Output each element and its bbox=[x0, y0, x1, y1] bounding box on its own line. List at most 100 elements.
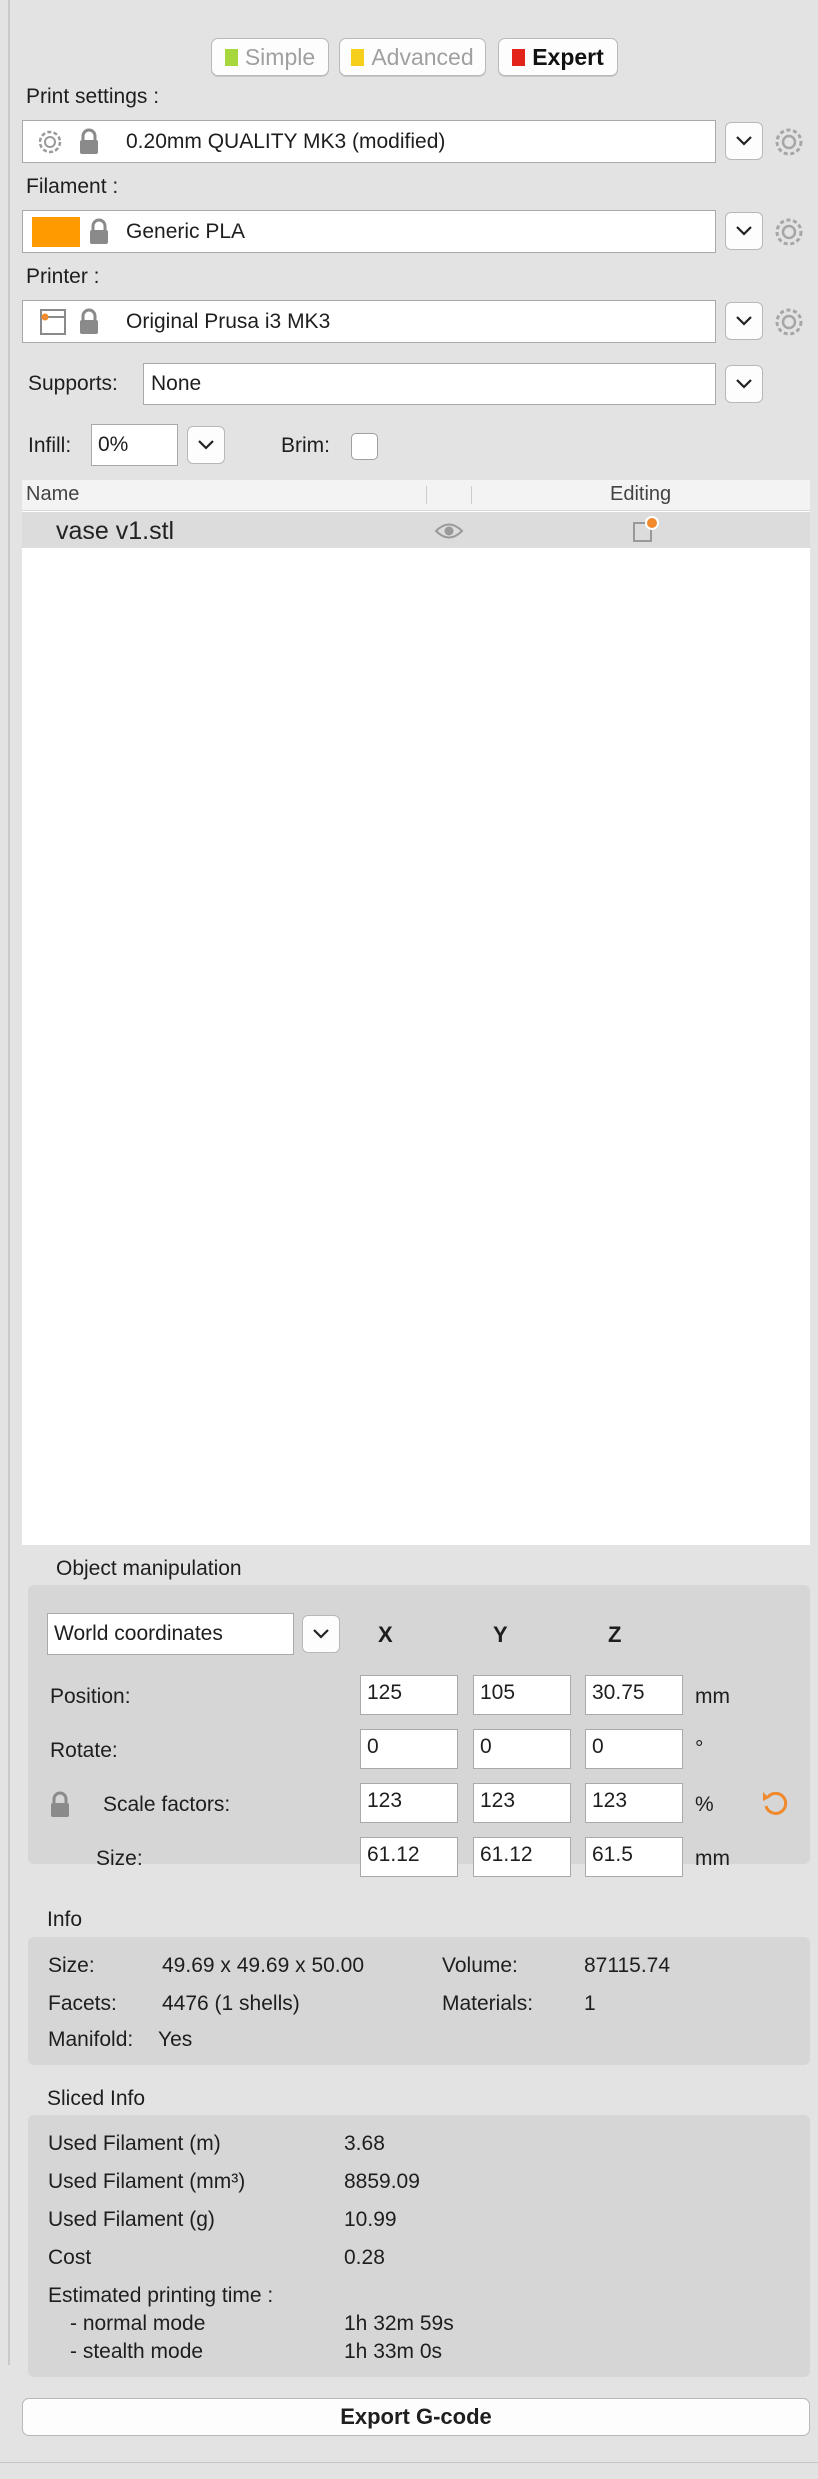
coordinate-system-combo[interactable]: World coordinates bbox=[47, 1613, 294, 1655]
bottom-divider bbox=[0, 2462, 818, 2463]
sliced-info-title: Sliced Info bbox=[47, 2087, 146, 2110]
column-divider bbox=[426, 486, 427, 504]
chevron-down-icon bbox=[198, 440, 214, 450]
lock-icon bbox=[90, 218, 108, 244]
print-settings-gear-icon[interactable] bbox=[774, 127, 804, 157]
supports-dropdown[interactable] bbox=[725, 365, 763, 403]
rotate-y-field[interactable]: 0 bbox=[473, 1729, 571, 1769]
size-y-field[interactable]: 61.12 bbox=[473, 1837, 571, 1877]
estimated-time-label: Estimated printing time : bbox=[48, 2284, 274, 2307]
advanced-color-icon bbox=[351, 48, 365, 66]
position-x-field[interactable]: 125 bbox=[360, 1675, 458, 1715]
list-item[interactable]: vase v1.stl bbox=[22, 512, 810, 548]
print-settings-value: 0.20mm QUALITY MK3 (modified) bbox=[126, 130, 446, 153]
column-name-header[interactable]: Name bbox=[26, 483, 79, 506]
eye-icon[interactable] bbox=[434, 522, 464, 540]
rotate-z-field[interactable]: 0 bbox=[585, 1729, 683, 1769]
infill-label: Infill: bbox=[28, 434, 72, 457]
rotate-unit: ° bbox=[695, 1737, 704, 1760]
object-manipulation-title: Object manipulation bbox=[56, 1557, 242, 1580]
export-gcode-label: Export G-code bbox=[340, 2404, 492, 2429]
size-z-field[interactable]: 61.5 bbox=[585, 1837, 683, 1877]
position-unit: mm bbox=[695, 1685, 730, 1708]
filament-combo[interactable]: Generic PLA bbox=[22, 210, 716, 253]
printer-combo[interactable]: Original Prusa i3 MK3 bbox=[22, 300, 716, 343]
infill-combo[interactable]: 0% bbox=[91, 424, 178, 466]
rotate-x-field[interactable]: 0 bbox=[360, 1729, 458, 1769]
scale-z-field[interactable]: 123 bbox=[585, 1783, 683, 1823]
info-materials-label: Materials: bbox=[442, 1992, 534, 2015]
panel-left-border bbox=[8, 0, 10, 2365]
stealth-mode-value: 1h 33m 0s bbox=[344, 2340, 443, 2363]
printer-dropdown[interactable] bbox=[725, 302, 763, 340]
print-settings-combo[interactable]: 0.20mm QUALITY MK3 (modified) bbox=[22, 120, 716, 163]
brim-label: Brim: bbox=[281, 434, 330, 457]
print-settings-dropdown[interactable] bbox=[725, 122, 763, 160]
sliced-row-value: 0.28 bbox=[344, 2246, 385, 2269]
normal-mode-value: 1h 32m 59s bbox=[344, 2312, 454, 2335]
chevron-down-icon bbox=[313, 1629, 329, 1639]
settings-preset-icon bbox=[38, 130, 62, 154]
brim-checkbox[interactable] bbox=[351, 433, 378, 460]
sliced-row-label: Used Filament (m) bbox=[48, 2132, 221, 2155]
info-materials-value: 1 bbox=[584, 1992, 596, 2015]
edit-settings-icon[interactable] bbox=[631, 516, 659, 544]
printer-label: Printer : bbox=[26, 265, 100, 288]
column-divider bbox=[471, 486, 472, 504]
mode-simple-button[interactable]: Simple bbox=[211, 38, 329, 76]
position-z-field[interactable]: 30.75 bbox=[585, 1675, 683, 1715]
sliced-row-value: 10.99 bbox=[344, 2208, 397, 2231]
chevron-down-icon bbox=[736, 136, 752, 146]
info-facets-label: Facets: bbox=[48, 1992, 117, 2015]
sliced-info-panel: Used Filament (m) 3.68 Used Filament (mm… bbox=[28, 2115, 810, 2377]
sliced-row-label: Used Filament (g) bbox=[48, 2208, 215, 2231]
lock-icon bbox=[80, 308, 98, 334]
scale-factors-label: Scale factors: bbox=[103, 1793, 231, 1816]
mode-expert-label: Expert bbox=[532, 43, 604, 70]
infill-dropdown[interactable] bbox=[187, 426, 225, 464]
sliced-row-label: Used Filament (mm³) bbox=[48, 2170, 246, 2193]
info-panel: Size: 49.69 x 49.69 x 50.00 Volume: 8711… bbox=[28, 1937, 810, 2065]
position-label: Position: bbox=[50, 1685, 131, 1708]
supports-combo[interactable]: None bbox=[143, 363, 716, 405]
filament-color-swatch bbox=[32, 217, 80, 247]
object-list[interactable]: Name Editing vase v1.stl bbox=[22, 480, 810, 1545]
info-size-label: Size: bbox=[48, 1954, 95, 1977]
expert-color-icon bbox=[512, 48, 526, 66]
scale-unit: % bbox=[695, 1793, 714, 1816]
export-gcode-button[interactable]: Export G-code bbox=[22, 2398, 810, 2436]
coordinate-system-dropdown[interactable] bbox=[302, 1615, 340, 1653]
printer-preset-icon bbox=[40, 309, 66, 335]
axis-z-label: Z bbox=[608, 1622, 622, 1647]
axis-x-label: X bbox=[378, 1622, 393, 1647]
column-editing-header[interactable]: Editing bbox=[610, 483, 671, 506]
object-manipulation-panel: World coordinates X Y Z Position: 125 10… bbox=[28, 1585, 810, 1870]
lock-icon bbox=[80, 128, 98, 154]
reset-scale-icon[interactable] bbox=[760, 1788, 790, 1818]
rotate-label: Rotate: bbox=[50, 1739, 118, 1762]
sliced-row-label: Cost bbox=[48, 2246, 92, 2269]
object-list-header: Name Editing bbox=[22, 480, 810, 511]
filament-gear-icon[interactable] bbox=[774, 217, 804, 247]
printer-value: Original Prusa i3 MK3 bbox=[126, 310, 331, 333]
infill-value: 0% bbox=[98, 433, 129, 456]
filament-dropdown[interactable] bbox=[725, 212, 763, 250]
axis-y-label: Y bbox=[493, 1622, 508, 1647]
stealth-mode-label: - stealth mode bbox=[70, 2340, 204, 2363]
info-title: Info bbox=[47, 1908, 83, 1931]
sliced-row-value: 3.68 bbox=[344, 2132, 385, 2155]
mode-expert-button[interactable]: Expert bbox=[498, 38, 618, 76]
sliced-row-value: 8859.09 bbox=[344, 2170, 420, 2193]
info-facets-value: 4476 (1 shells) bbox=[162, 1992, 300, 2015]
scale-x-field[interactable]: 123 bbox=[360, 1783, 458, 1823]
printer-gear-icon[interactable] bbox=[774, 307, 804, 337]
mode-advanced-button[interactable]: Advanced bbox=[339, 38, 486, 76]
scale-lock-icon[interactable] bbox=[48, 1791, 72, 1819]
scale-y-field[interactable]: 123 bbox=[473, 1783, 571, 1823]
position-y-field[interactable]: 105 bbox=[473, 1675, 571, 1715]
object-name: vase v1.stl bbox=[56, 517, 175, 545]
mode-simple-label: Simple bbox=[244, 43, 316, 70]
size-unit: mm bbox=[695, 1847, 730, 1870]
size-x-field[interactable]: 61.12 bbox=[360, 1837, 458, 1877]
info-manifold-label: Manifold: bbox=[48, 2028, 134, 2051]
